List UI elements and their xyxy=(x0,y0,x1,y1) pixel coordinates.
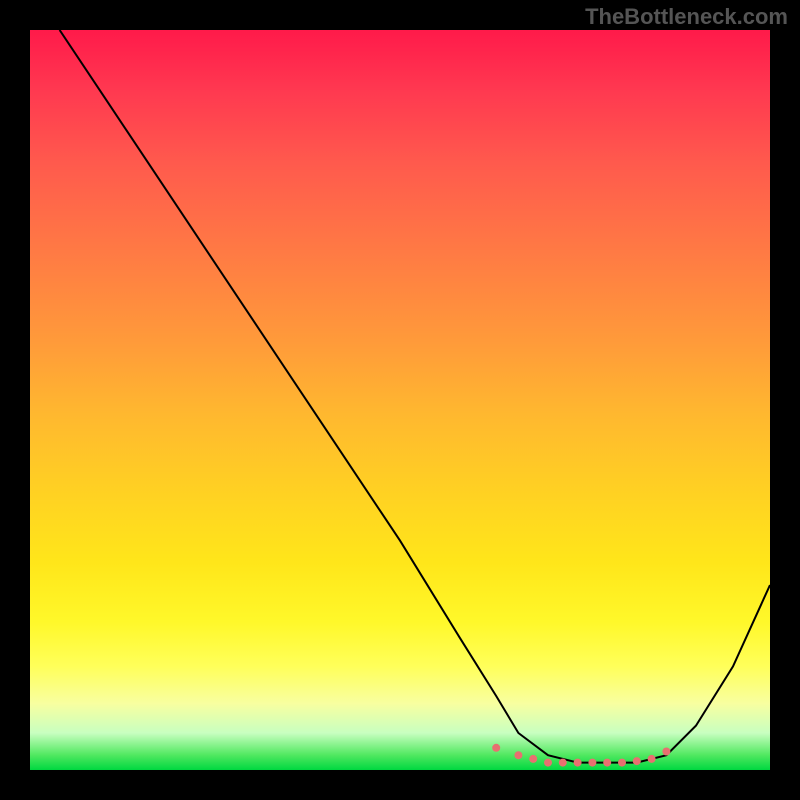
curve-markers xyxy=(492,744,670,767)
bottleneck-curve xyxy=(60,30,770,763)
watermark-text: TheBottleneck.com xyxy=(585,4,788,30)
curve-marker xyxy=(633,757,641,765)
curve-marker xyxy=(662,748,670,756)
curve-marker xyxy=(514,751,522,759)
curve-marker xyxy=(559,759,567,767)
curve-marker xyxy=(492,744,500,752)
curve-marker xyxy=(603,759,611,767)
chart-container: TheBottleneck.com xyxy=(0,0,800,800)
curve-marker xyxy=(648,755,656,763)
curve-marker xyxy=(618,759,626,767)
curve-marker xyxy=(544,759,552,767)
chart-svg xyxy=(30,30,770,770)
curve-marker xyxy=(574,759,582,767)
curve-marker xyxy=(588,759,596,767)
curve-marker xyxy=(529,755,537,763)
chart-plot-area xyxy=(30,30,770,770)
